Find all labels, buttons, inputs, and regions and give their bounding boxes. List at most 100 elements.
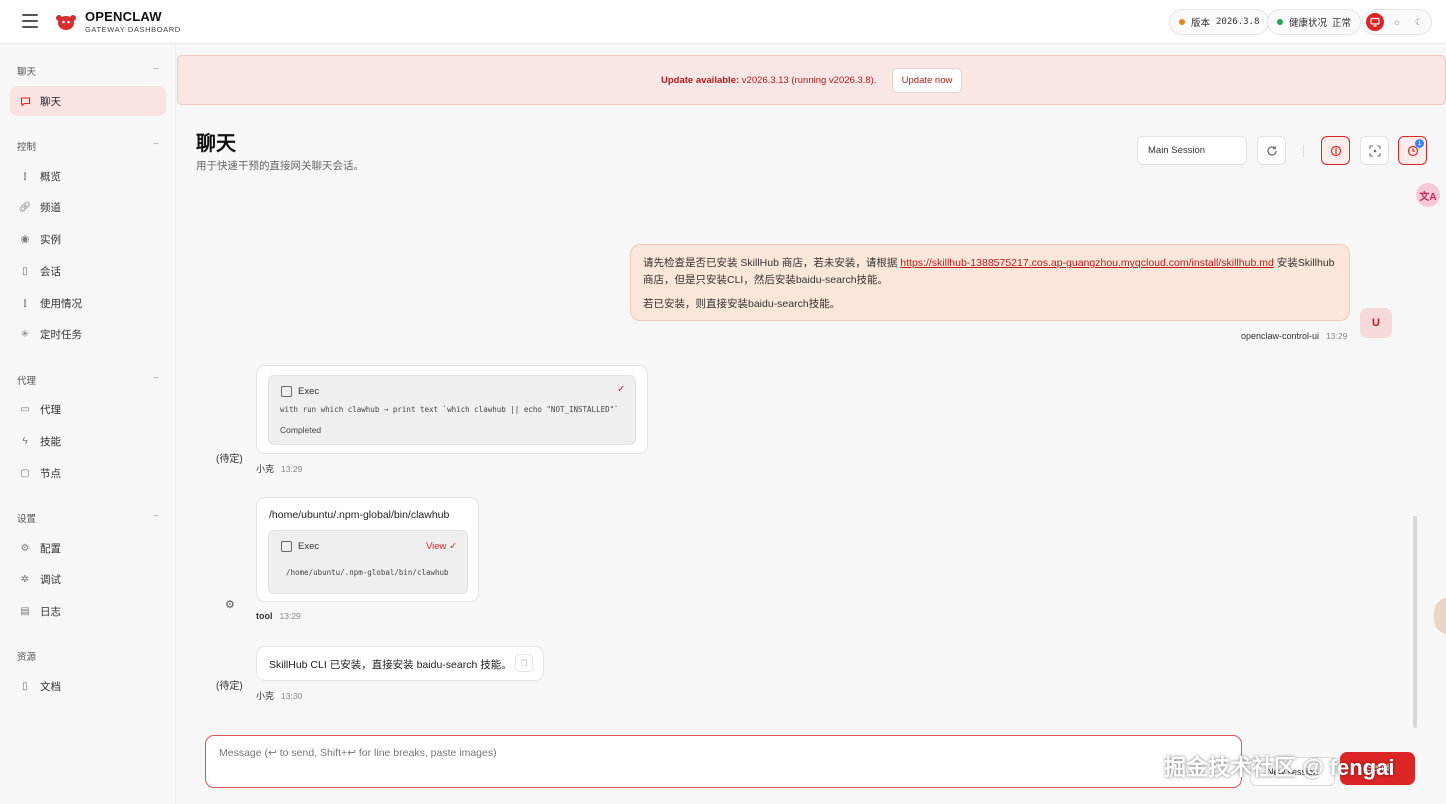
brand-title: OPENCLAW (85, 9, 162, 24)
cron-button[interactable]: 1 (1398, 136, 1427, 165)
divider (1303, 145, 1304, 157)
check-icon: ✓ (449, 541, 458, 552)
sidebar-item-chat[interactable]: 聊天 (10, 86, 166, 116)
tool-call-header: Exec (281, 386, 319, 397)
scan-icon (1368, 144, 1381, 157)
copy-icon[interactable]: ❐ (515, 654, 533, 672)
collapse-icon[interactable]: − (153, 373, 159, 384)
user-message-bubble: 请先检查是否已安装 SkillHub 商店，若未安装，请根据 https://s… (630, 244, 1350, 321)
page-title: 聊天 (196, 133, 236, 155)
view-label: View (426, 541, 447, 552)
sidebar-item-instances[interactable]: ◉ 实例 (10, 224, 166, 254)
sidebar-item-docs[interactable]: ▯ 文档 (10, 671, 166, 701)
sidebar-item-logs[interactable]: ▤ 日志 (10, 596, 166, 626)
user-message-meta: openclaw-control-ui 13:29 (1241, 331, 1347, 341)
health-status-dot (1277, 19, 1283, 25)
assistant-message-meta: 小克 13:30 (256, 689, 302, 702)
moon-icon[interactable]: ☾ (1410, 13, 1428, 31)
menu-icon[interactable] (22, 14, 38, 28)
tool-result-path: /home/ubuntu/.npm-global/bin/clawhub (269, 509, 450, 521)
sidebar-item-sessions[interactable]: ▯ 会话 (10, 256, 166, 286)
section-label: 资源 (17, 652, 37, 663)
bar-chart-icon: ⫾ (23, 297, 27, 309)
update-banner: Update available: v2026.3.13 (running v2… (177, 55, 1446, 105)
sidebar-item-label: 代理 (40, 403, 61, 416)
tool-output: /home/ubuntu/.npm-global/bin/clawhub (286, 568, 449, 577)
user-message-text: 请先检查是否已安装 SkillHub 商店，若未安装，请根据 (643, 257, 901, 269)
sidebar-item-skills[interactable]: ϟ 技能 (10, 426, 166, 456)
sidebar-section-chat: 聊天 − (17, 64, 159, 78)
update-banner-version: v2026.3.13 (running v2026.3.8). (739, 75, 877, 86)
document-icon: ▯ (22, 265, 28, 277)
tool-output-header: Exec (281, 541, 319, 552)
thinking-toggle-button[interactable] (1321, 136, 1350, 165)
sidebar: 聊天 − 聊天 控制 − ⫾ 概览 🔗︎ 频道 ◉ 实例 ▯ 会话 ⫾ 使用情况 ✳ 定时任务 … (0, 45, 176, 804)
assistant-reply-text: SkillHub CLI 已安装，直接安装 baidu-search 技能。 (269, 659, 512, 671)
brain-icon (1330, 145, 1341, 156)
sidebar-item-label: 实例 (40, 233, 61, 246)
update-now-button[interactable]: Update now (892, 68, 962, 93)
tool-status: Completed (280, 425, 322, 435)
sidebar-item-label: 文档 (40, 680, 61, 693)
sidebar-item-nodes[interactable]: ▢ 节点 (10, 458, 166, 488)
tool-name: Exec (298, 541, 320, 552)
version-status-dot (1179, 19, 1185, 25)
book-icon: ▯ (22, 680, 28, 692)
sidebar-item-channels[interactable]: 🔗︎ 频道 (10, 192, 166, 222)
sidebar-item-config[interactable]: ⚙ 配置 (10, 533, 166, 563)
tool-output-card[interactable]: Exec View ✓ /home/ubuntu/.npm-global/bin… (268, 530, 468, 594)
sidebar-item-label: 技能 (40, 435, 61, 448)
exec-icon (281, 541, 292, 552)
sidebar-section-agents: 代理 − (17, 373, 159, 387)
sidebar-item-label: 概览 (40, 170, 61, 183)
floating-avatar[interactable] (1434, 598, 1446, 634)
sidebar-item-label: 使用情况 (40, 297, 82, 310)
sidebar-item-label: 会话 (40, 265, 61, 278)
sidebar-item-usage[interactable]: ⫾ 使用情况 (10, 288, 166, 318)
translate-icon[interactable]: 文A (1416, 183, 1440, 207)
update-banner-strong: Update available: (661, 75, 740, 86)
refresh-icon (1266, 145, 1277, 156)
sidebar-item-label: 调试 (40, 573, 61, 586)
check-icon: ✓ (617, 384, 626, 395)
chat-scrollbar[interactable] (1413, 516, 1417, 728)
session-select[interactable]: Main Session (1137, 136, 1247, 165)
skillhub-link[interactable]: https://skillhub-1388575217.cos.ap-guang… (900, 257, 1274, 269)
notification-badge: 1 (1415, 139, 1424, 148)
collapse-icon[interactable]: − (153, 511, 159, 522)
focus-mode-button[interactable] (1360, 136, 1389, 165)
tool-call-card[interactable]: Exec ✓ with run which clawhub → print te… (268, 375, 636, 445)
version-label: 版本 (1191, 18, 1211, 29)
message-input[interactable]: Message (↩ to send, Shift+↩ for line bre… (205, 735, 1242, 788)
assistant-message-meta: 小克 13:29 (256, 462, 302, 475)
watermark: 掘金技术社区 @ fengai (1164, 755, 1395, 780)
refresh-button[interactable] (1257, 136, 1286, 165)
zap-icon: ϟ (22, 435, 28, 447)
view-link[interactable]: View ✓ (426, 541, 457, 552)
message-sender: openclaw-control-ui (1241, 331, 1320, 341)
health-value: 正常 (1332, 18, 1352, 29)
assistant-reply-bubble: SkillHub CLI 已安装，直接安装 baidu-search 技能。 ❐ (256, 646, 544, 681)
message-sender: 小克 (256, 464, 275, 474)
sidebar-section-control: 控制 − (17, 139, 159, 153)
tool-name: Exec (298, 386, 320, 397)
collapse-icon[interactable]: − (153, 139, 159, 150)
sidebar-item-cron[interactable]: ✳ 定时任务 (10, 319, 166, 349)
monitor-theme-icon[interactable] (1366, 13, 1384, 31)
bug-icon: ✲ (20, 573, 30, 585)
collapse-icon[interactable]: − (153, 64, 159, 75)
sidebar-item-debug[interactable]: ✲ 调试 (10, 564, 166, 594)
theme-switcher: ☼ ☾ (1362, 9, 1432, 35)
sidebar-item-label: 聊天 (40, 95, 61, 108)
user-message-line2: 若已安装，则直接安装baidu-search技能。 (643, 298, 841, 310)
section-label: 控制 (17, 142, 37, 153)
tool-command: with run which clawhub → print text `whi… (280, 405, 619, 414)
sun-icon[interactable]: ☼ (1388, 13, 1406, 31)
version-value: 2026.3.8 (1216, 17, 1260, 27)
sidebar-item-label: 配置 (40, 542, 61, 555)
section-label: 设置 (17, 514, 37, 525)
top-bar: OPENCLAW GATEWAY DASHBOARD 版本 2026.3.8 健… (0, 0, 1446, 44)
sidebar-item-overview[interactable]: ⫾ 概览 (10, 161, 166, 191)
tool-message-meta: tool 13:29 (256, 611, 301, 621)
sidebar-item-agents[interactable]: ▭ 代理 (10, 394, 166, 424)
